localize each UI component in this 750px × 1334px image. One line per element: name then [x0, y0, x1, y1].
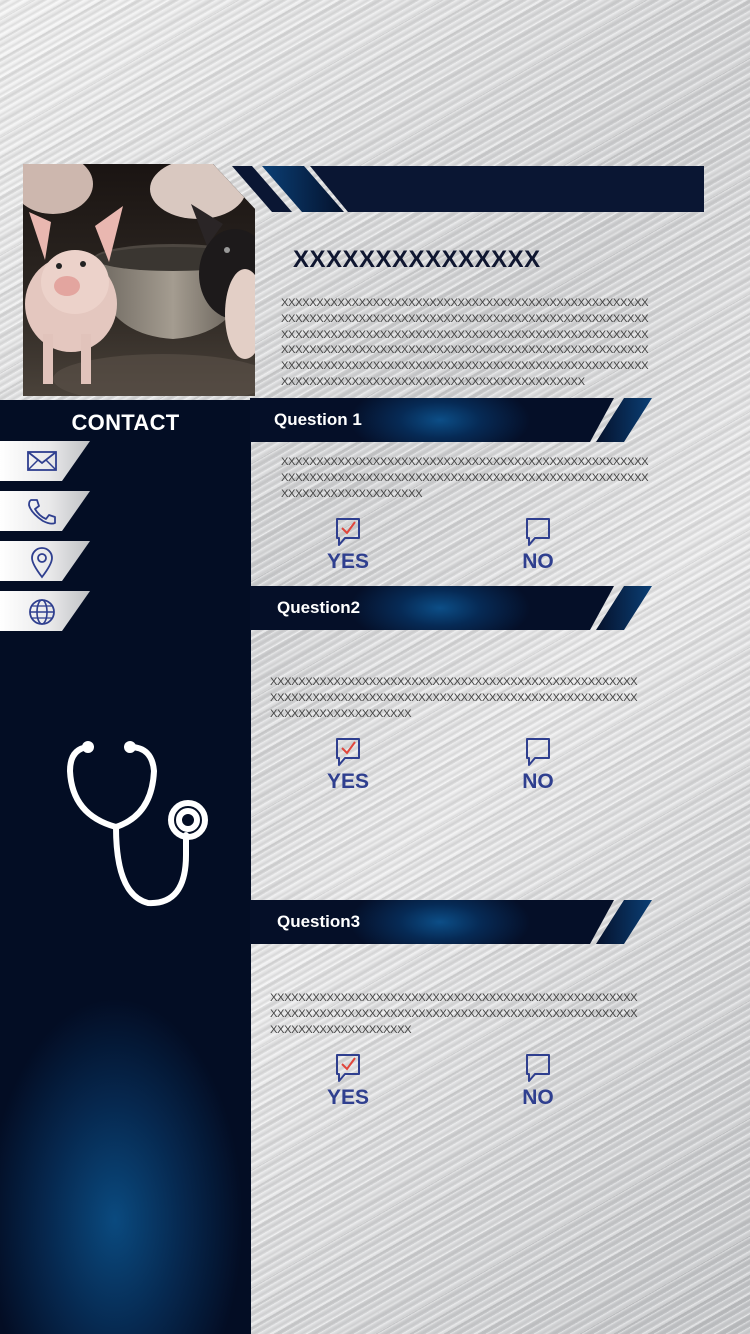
speech-bubble-icon	[526, 518, 550, 546]
question-3-title: Question3	[277, 912, 361, 931]
question-1-text: XXXXXXXXXXXXXXXXXXXXXXXXXXXXXXXXXXXXXXXX…	[281, 456, 649, 500]
question-2-header: Question2	[250, 586, 652, 630]
no-label: NO	[522, 770, 554, 793]
profile-name: XXXXXXXXXXXXXXX	[293, 246, 541, 273]
question-2-title: Question2	[277, 598, 361, 617]
phone-icon	[28, 499, 56, 525]
speech-bubble-icon	[526, 738, 550, 766]
yes-label: YES	[326, 770, 370, 793]
checked-speech-bubble-icon	[336, 1054, 360, 1082]
contact-location-button[interactable]	[0, 541, 90, 581]
stethoscope-icon	[60, 735, 220, 920]
no-label: NO	[522, 1086, 554, 1109]
header-banner	[232, 166, 704, 214]
question-3-no-button[interactable]: NO	[508, 1052, 568, 1110]
profile-photo	[23, 164, 255, 396]
globe-icon	[29, 599, 55, 625]
contact-website-button[interactable]	[0, 591, 90, 631]
question-2-text: XXXXXXXXXXXXXXXXXXXXXXXXXXXXXXXXXXXXXXXX…	[270, 676, 638, 720]
checked-speech-bubble-icon	[336, 738, 360, 766]
question-3-header: Question3	[250, 900, 652, 944]
question-3-yes-button[interactable]: YES	[318, 1052, 378, 1110]
checked-speech-bubble-icon	[336, 518, 360, 546]
contact-phone-button[interactable]	[0, 491, 90, 531]
mail-icon	[27, 451, 57, 471]
no-label: NO	[522, 550, 554, 573]
yes-label: YES	[326, 550, 370, 573]
question-3-text: XXXXXXXXXXXXXXXXXXXXXXXXXXXXXXXXXXXXXXXX…	[270, 992, 638, 1036]
question-2-no-button[interactable]: NO	[508, 736, 568, 794]
yes-label: YES	[326, 1086, 370, 1109]
question-1-header: Question 1	[250, 398, 652, 442]
question-1-no-button[interactable]: NO	[508, 516, 568, 574]
question-1-yes-button[interactable]: YES	[318, 516, 378, 574]
contact-mail-button[interactable]	[0, 441, 90, 481]
question-2-yes-button[interactable]: YES	[318, 736, 378, 794]
speech-bubble-icon	[526, 1054, 550, 1082]
contact-title: CONTACT	[71, 410, 180, 435]
question-1-title: Question 1	[274, 410, 362, 429]
profile-bio: XXXXXXXXXXXXXXXXXXXXXXXXXXXXXXXXXXXXXXXX…	[281, 297, 649, 388]
location-icon	[31, 547, 53, 579]
